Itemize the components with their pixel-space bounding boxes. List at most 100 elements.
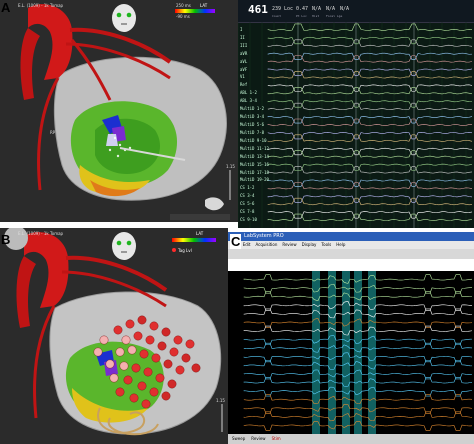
tag-dot bbox=[151, 353, 161, 363]
ecg-channel-labels: I II III aVR aVL aVF V1 Ref ABL 1-2 ABL 3-4 MultiD… bbox=[238, 22, 269, 228]
panel-b-map-title: E.L. (1009) - 1k Tomap bbox=[18, 231, 64, 236]
tag-dot bbox=[175, 365, 185, 375]
tag-dot bbox=[131, 363, 141, 373]
figure-label-a: A bbox=[1, 0, 11, 15]
ecg-channel-label: II bbox=[240, 34, 245, 40]
ecg-channel-label: Ref bbox=[240, 82, 248, 88]
ecg-channel-label: MultiD 15-16 bbox=[240, 161, 269, 167]
tag-dot bbox=[173, 335, 183, 345]
ecg-panel[interactable]: 461 239 Loc 0.47 N/A N/A N/A Count Pt Lo… bbox=[238, 0, 474, 228]
info-bar bbox=[228, 259, 474, 271]
tag-dot bbox=[141, 399, 151, 409]
tag-dot bbox=[119, 361, 129, 371]
tag-dot bbox=[133, 331, 143, 341]
ecg-channel-label: MultiD 1-2 bbox=[240, 106, 265, 112]
stat-2: N/A bbox=[312, 6, 322, 12]
tag-dot bbox=[157, 341, 167, 351]
menu-help[interactable]: Help bbox=[336, 241, 345, 249]
ecg-channel-label: V1 bbox=[240, 74, 245, 80]
title-bar: LabSystem PRO bbox=[228, 232, 474, 241]
status-review[interactable]: Review bbox=[251, 434, 265, 444]
panel-b-tag-label: Tag Lvl bbox=[178, 248, 192, 253]
panel-a-map-view[interactable]: E.L. (1009) - 1k Tomap 250 ms LAT -90 ms… bbox=[0, 0, 238, 222]
panel-a-map-graphic bbox=[20, 4, 231, 220]
tag-dot bbox=[113, 325, 123, 335]
tag-dot bbox=[115, 387, 125, 397]
ecg-channel-label: ABL 1-2 bbox=[240, 90, 257, 96]
ecg-channel-label: CS 1-2 bbox=[240, 185, 255, 191]
recording-traces bbox=[243, 271, 473, 434]
tag-dot bbox=[115, 347, 125, 357]
ecg-channel-label: MultiD 19-20 bbox=[240, 177, 269, 183]
menu-acquisition[interactable]: Acquisition bbox=[255, 241, 277, 249]
tag-dot bbox=[191, 363, 201, 373]
ecg-channel-label: MultiD 13-14 bbox=[240, 153, 269, 159]
tag-dot bbox=[149, 387, 159, 397]
status-sweep[interactable]: Sweep bbox=[232, 434, 245, 444]
tag-dot bbox=[149, 321, 159, 331]
menu-display[interactable]: Display bbox=[302, 241, 317, 249]
tag-dot bbox=[123, 375, 133, 385]
ecg-channel-label: CS 5-6 bbox=[240, 201, 255, 207]
stat-label-0: Count bbox=[272, 14, 282, 18]
ecg-channel-label: aVR bbox=[240, 50, 248, 56]
tag-dot bbox=[99, 335, 109, 345]
tag-dot bbox=[109, 373, 119, 383]
tag-dot bbox=[137, 315, 147, 325]
stat-0: 239 Loc bbox=[272, 6, 294, 12]
tag-dot bbox=[137, 381, 147, 391]
ecg-channel-label: I bbox=[240, 26, 243, 32]
tag-dot bbox=[127, 345, 137, 355]
tag-dot bbox=[181, 353, 191, 363]
tag-dot bbox=[155, 373, 165, 383]
stat-1: 0.47 bbox=[296, 6, 309, 12]
tag-dot bbox=[161, 391, 171, 401]
tag-dot bbox=[185, 339, 195, 349]
tag-dot bbox=[163, 359, 173, 369]
ecg-channel-label: MultiD 7-8 bbox=[240, 129, 265, 135]
panel-a-legend-unit: LAT bbox=[200, 3, 208, 8]
panel-c-recording-window[interactable]: LabSystem PRO File Edit Acquisition Revi… bbox=[228, 232, 474, 444]
tag-dot bbox=[93, 347, 103, 357]
ecg-channel-label: MultiD 17-18 bbox=[240, 169, 269, 175]
tag-dot bbox=[161, 327, 171, 337]
figure-label-c: C bbox=[230, 234, 242, 249]
ecg-channel-label: CS 9-10 bbox=[240, 217, 257, 223]
tag-dot bbox=[125, 319, 135, 329]
status-stim[interactable]: Stim bbox=[272, 434, 281, 444]
panel-a-legend-bottom: -90 ms bbox=[176, 14, 190, 19]
ecg-channel-label: aVL bbox=[240, 58, 248, 64]
panel-b-map-view[interactable]: E.L. (1009) - 1k Tomap LAT Tag Lvl 1.15 bbox=[0, 228, 228, 444]
tag-dot bbox=[105, 359, 115, 369]
stat-4: N/A bbox=[340, 6, 350, 12]
ecg-channel-label: ABL 3-4 bbox=[240, 98, 257, 104]
ecg-channel-label: MultiD 3-4 bbox=[240, 114, 265, 120]
panel-a-rp-label: RP bbox=[50, 130, 56, 135]
ecg-channel-label: CS 3-4 bbox=[240, 193, 255, 199]
tag-dot bbox=[139, 349, 149, 359]
tag-dot bbox=[129, 393, 139, 403]
tag-dot bbox=[145, 335, 155, 345]
stat-label-3: Focal Lge bbox=[326, 14, 343, 18]
stat-label-2: Hist bbox=[312, 14, 320, 18]
menu-tools[interactable]: Tools bbox=[321, 241, 331, 249]
window-title: LabSystem PRO bbox=[244, 233, 284, 239]
tag-dot bbox=[169, 347, 179, 357]
panel-a-map-title: E.L. (1009) - 1k Tomap bbox=[18, 3, 64, 8]
menu-bar: File Edit Acquisition Review Display Too… bbox=[228, 241, 474, 249]
panel-b-scale-value: 1.15 bbox=[216, 398, 225, 403]
panel-a-scale-value: 1.15 bbox=[226, 164, 235, 169]
ecg-channel-label: aVF bbox=[240, 66, 248, 72]
panel-a-legend-top: 250 ms bbox=[176, 3, 191, 8]
status-bar: Sweep Review Stim bbox=[228, 434, 474, 444]
panel-b-legend-unit: LAT bbox=[196, 231, 204, 236]
ecg-channel-label: MultiD 5-6 bbox=[240, 122, 265, 127]
stat-label-1: Pt Loc bbox=[296, 14, 307, 18]
figure-label-b: B bbox=[1, 232, 11, 247]
menu-review[interactable]: Review bbox=[282, 241, 296, 249]
ecg-channel-label: MultiD 11-12 bbox=[240, 145, 269, 151]
menu-edit[interactable]: Edit bbox=[243, 241, 251, 249]
panel-b-map-graphic bbox=[4, 228, 223, 436]
stat-3: N/A bbox=[326, 6, 336, 12]
tag-dot bbox=[143, 367, 153, 377]
